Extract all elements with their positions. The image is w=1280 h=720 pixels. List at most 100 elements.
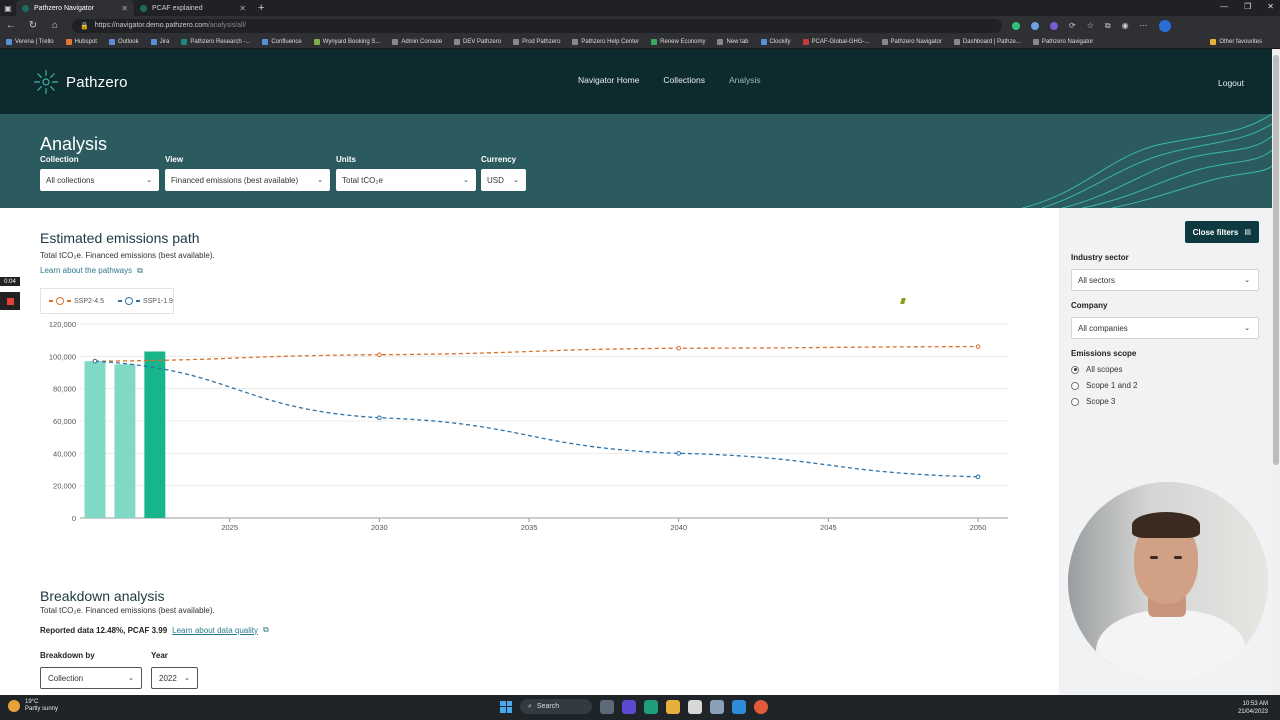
weather-widget[interactable]: 19°C Partly sunny [8,699,58,713]
nav-collections[interactable]: Collections [663,75,705,85]
nav-analysis[interactable]: Analysis [729,75,761,85]
pathzero-favicon-icon [22,4,29,12]
view-select[interactable]: Financed emissions (best available) ⌄ [165,169,330,191]
bookmark[interactable]: DEV Pathzero [454,38,501,45]
pathway-point [975,344,981,349]
edge-icon[interactable] [644,699,658,714]
chart-legend: SSP2-4.5 SSP1-1.9 [40,288,174,314]
chrome-icon[interactable] [754,699,768,714]
learn-pathways-link[interactable]: Learn about the pathways ⧉ [40,266,143,276]
currency-select[interactable]: USD ⌄ [481,169,526,191]
restore-icon[interactable]: ❐ [1244,2,1251,11]
industry-sector-select[interactable]: All sectors ⌄ [1071,269,1259,291]
pathway-point [676,451,682,456]
stop-recording-button[interactable] [0,292,20,310]
bookmark[interactable]: Prod Pathzero [513,38,560,45]
external-link-icon: ⧉ [263,625,269,634]
bookmark[interactable]: Pathzero Navigator [1032,38,1093,45]
profile-icon[interactable]: ◉ [1122,21,1129,30]
bookmark[interactable]: PCAF-Global-GHG-... [802,38,870,45]
bookmark[interactable]: Dashboard | Pathze... [953,38,1021,45]
bookmark[interactable]: Wynyard Booking S... [313,38,380,45]
x-tick-label: 2035 [521,523,538,532]
pathway-point [377,415,382,421]
store-icon[interactable] [688,699,702,714]
scope-radio-3[interactable]: Scope 3 [1071,397,1115,406]
windows-taskbar: 19°C Partly sunny ⌕ Search 10:53 AM 21/04/2… [0,695,1280,720]
external-link-icon: ⧉ [137,266,143,275]
teams-icon[interactable] [622,699,636,714]
tab-actions-icon[interactable]: ▣ [0,0,16,16]
url-path: /analysis/all/ [207,22,247,29]
close-tab-icon[interactable]: ✕ [239,4,246,13]
bookmark[interactable]: Hubspot [65,38,97,45]
tab-pcaf-explained[interactable]: PCAF explained ✕ [134,0,252,16]
stop-icon [6,297,14,305]
logout-link[interactable]: Logout [1218,78,1244,88]
other-favourites[interactable]: Other favourites [1210,38,1262,45]
taskbar-search[interactable]: ⌕ Search [520,699,592,714]
legend-item-ssp119[interactable]: SSP1-1.9 [117,297,173,305]
settings-icon[interactable] [710,699,724,714]
close-window-icon[interactable]: ✕ [1267,2,1274,11]
extension-icon[interactable] [1050,21,1058,30]
bing-icon[interactable] [1158,19,1171,32]
bookmark[interactable]: Admin Console [392,38,442,45]
close-filters-button[interactable]: Close filters ▤ [1184,221,1259,243]
extensions: ⟳ ☆ ⧉ ◉ ⋯ [1012,19,1171,32]
bookmark[interactable]: Pathzero Navigator [881,38,942,45]
sun-icon [8,700,20,712]
bookmark[interactable]: Pathzero Research -... [181,38,250,45]
bookmark[interactable]: Verena | Trello [6,38,54,45]
x-tick-label: 2050 [970,523,987,532]
emissions-bar [84,361,106,518]
minimize-icon[interactable]: — [1220,2,1228,11]
more-icon[interactable]: ⋯ [1140,21,1148,30]
company-select[interactable]: All companies ⌄ [1071,317,1259,339]
windows-start-icon[interactable] [500,700,512,713]
learn-data-quality-link[interactable]: Learn about data quality [172,626,258,635]
currency-filter: Currency USD ⌄ [481,155,526,191]
nav-navigator-home[interactable]: Navigator Home [578,75,639,85]
tab-pathzero-navigator[interactable]: Pathzero Navigator ✕ [16,0,134,16]
app-icon[interactable] [732,699,746,714]
recording-timer: 0:04 [0,277,20,286]
units-select[interactable]: Total tCO₂e ⌄ [336,169,476,191]
bookmark[interactable]: Outlook [108,38,139,45]
extensions-icon[interactable]: ⟳ [1069,21,1076,30]
extension-icon[interactable] [1012,21,1020,30]
data-quality-row: Reported data 12.48%, PCAF 3.99 Learn ab… [40,625,269,635]
bookmark[interactable]: Jira [150,38,169,45]
collection-select[interactable]: All collections ⌄ [40,169,159,191]
refresh-icon[interactable]: ↻ [22,20,44,31]
file-explorer-icon[interactable] [666,699,680,714]
taskbar-clock[interactable]: 10:53 AM 21/04/2023 [1238,700,1268,716]
chevron-down-icon: ⌄ [1244,277,1250,284]
home-icon[interactable]: ⌂ [44,20,66,31]
breakdown-by-select[interactable]: Collection ⌄ [40,667,142,689]
x-tick-label: 2030 [371,523,388,532]
page-scrollbar[interactable] [1272,49,1280,695]
scope-radio-1-2[interactable]: Scope 1 and 2 [1071,381,1138,390]
task-view-icon[interactable] [600,699,614,714]
url-field[interactable]: 🔒 https://navigator.demo.pathzero.com/an… [72,18,1002,33]
scope-radio-all[interactable]: All scopes [1071,365,1122,374]
close-tab-icon[interactable]: ✕ [121,4,128,13]
bookmark[interactable]: New tab [717,38,749,45]
analysis-filter-bar: Analysis Collection All collections ⌄ Vie… [0,114,1272,208]
extension-icon[interactable] [1031,21,1039,30]
pathzero-logo[interactable]: Pathzero [33,69,128,95]
units-filter: Units Total tCO₂e ⌄ [336,155,476,191]
collections-icon[interactable]: ⧉ [1105,21,1111,31]
bookmark[interactable]: Clockify [760,38,791,45]
new-tab-icon[interactable]: + [258,2,264,14]
legend-item-ssp245[interactable]: SSP2-4.5 [49,297,104,305]
favorites-icon[interactable]: ☆ [1087,21,1094,30]
search-icon: ⌕ [528,702,532,710]
bookmark[interactable]: Renew Economy [651,38,705,45]
year-select[interactable]: 2022 ⌄ [151,667,198,689]
bookmark[interactable]: Confluence [262,38,302,45]
breakdown-subtitle: Total tCO₂e. Financed emissions (best av… [40,606,215,615]
bookmark[interactable]: Pathzero Help Center [572,38,639,45]
back-icon[interactable]: ← [0,20,22,31]
